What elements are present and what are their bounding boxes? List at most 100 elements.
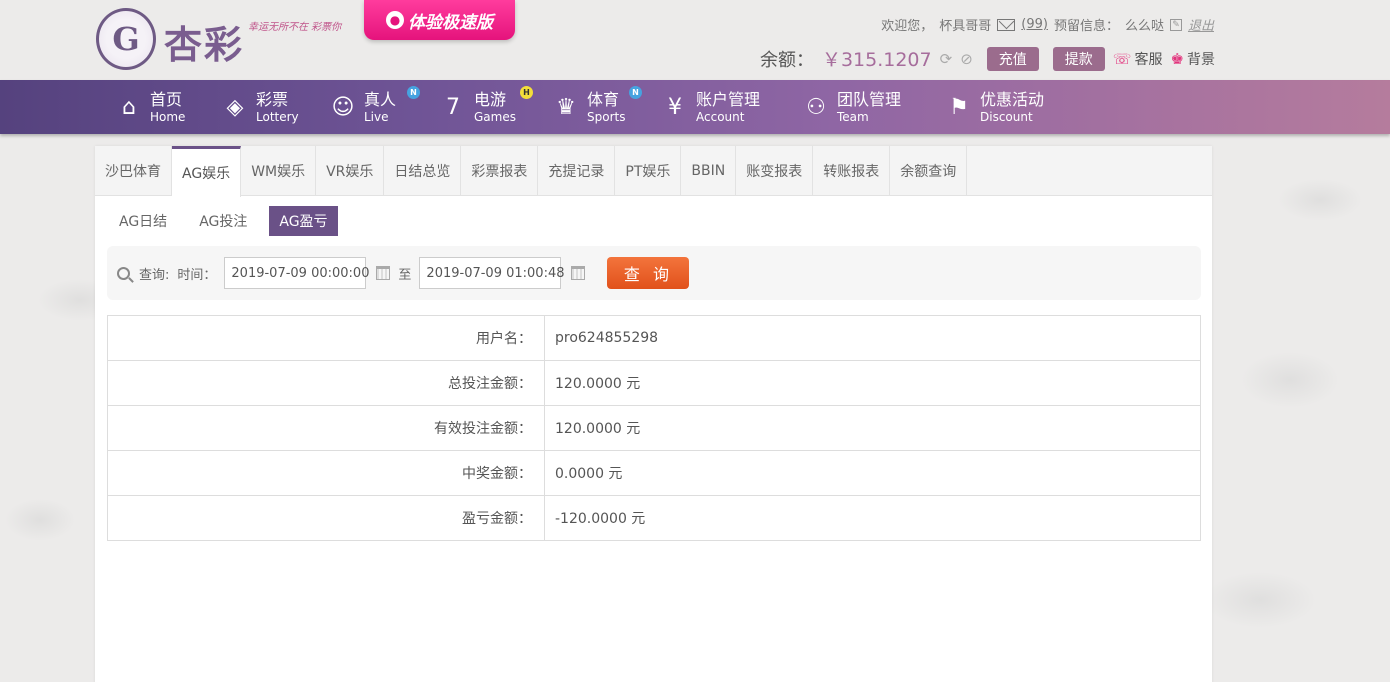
tab-transfer-report[interactable]: 转账报表 [813,146,891,196]
customer-service-link[interactable]: ☏ 客服 [1113,49,1163,69]
nav-label-cn: 体育 [587,89,620,109]
nav-label-en: Sports [587,109,626,124]
logo-slogan: 幸运无所不在 彩票你 [248,22,342,33]
logo-text: 杏彩 [164,22,245,67]
gift-icon: ⚑ [949,94,969,120]
nav-label-cn: 彩票 [256,89,289,109]
shirt-icon: ♚ [1170,49,1184,68]
query-button[interactable]: 查 询 [607,257,690,289]
new-badge: N [629,86,642,99]
table-row: 有效投注金额： 120.0000 元 [107,405,1201,451]
nav-label-en: Live [364,109,389,124]
query-bar: 查询: 时间： 2019-07-09 00:00:00 至 2019-07-09… [107,246,1201,300]
logout-link[interactable]: 退出 [1188,15,1214,34]
subtab-ag-profit[interactable]: AG盈亏 [269,206,338,236]
calendar-icon[interactable] [376,266,391,280]
new-badge: N [407,86,420,99]
nav-item-account[interactable]: ¥ 账户管理 Account [662,80,760,134]
hot-badge: H [520,86,533,99]
nav-label-en: Lottery [256,109,299,124]
row-value: 0.0000 元 [544,450,1201,496]
report-panel: 沙巴体育 AG娱乐 WM娱乐 VR娱乐 日结总览 彩票报表 充提记录 PT娱乐 … [95,146,1212,682]
calendar-icon[interactable] [571,266,586,280]
user-info: 欢迎您， 杯具哥哥 (99) 预留信息： 么么哒 ✎ 退出 [881,15,1214,34]
nav-label-en: Home [150,109,186,124]
main-nav: ⌂ 首页 Home ◈ 彩票 Lottery ☺ 真人 Live N 7 电游 Game… [0,80,1390,134]
query-label: 查询: [139,267,170,283]
team-icon: ⚇ [806,94,826,120]
tab-wm[interactable]: WM娱乐 [241,146,317,196]
tab-vr[interactable]: VR娱乐 [316,146,385,196]
tab-bbin[interactable]: BBIN [681,146,737,196]
table-row: 用户名： pro624855298 [107,315,1201,361]
site-logo[interactable]: G 杏彩 幸运无所不在 彩票你 [96,8,346,74]
nav-label-en: Discount [980,109,1033,124]
nav-label-en: Team [837,109,869,124]
refresh-icon[interactable]: ⟳ [940,50,953,68]
search-icon [117,266,130,280]
tab-balance-query[interactable]: 余额查询 [890,146,968,196]
balance-label: 余额： [759,49,814,71]
nav-label-en: Account [696,109,745,124]
live-icon: ☺ [331,94,355,120]
nav-item-home[interactable]: ⌂ 首页 Home [116,80,185,134]
subtab-ag-bets[interactable]: AG投注 [189,206,257,236]
headset-icon: ☏ [1112,49,1132,68]
nav-item-team[interactable]: ⚇ 团队管理 Team [803,80,901,134]
tab-deposit-withdraw[interactable]: 充提记录 [538,146,616,196]
background-label: 背景 [1187,51,1215,68]
nav-item-lottery[interactable]: ◈ 彩票 Lottery [222,80,299,134]
row-value: 120.0000 元 [544,405,1201,451]
username: 杯具哥哥 [939,19,992,34]
to-label: 至 [398,267,412,283]
row-value: 120.0000 元 [544,360,1201,406]
tab-saba-sports[interactable]: 沙巴体育 [95,146,172,196]
tab-daily-overview[interactable]: 日结总览 [384,146,462,196]
welcome-text: 欢迎您， [881,19,934,34]
reserved-label: 预留信息： [1053,19,1119,34]
nav-item-live[interactable]: ☺ 真人 Live [330,80,396,134]
time-label: 时间： [177,267,217,283]
balance-value: ￥315.1207 [821,49,932,71]
lottery-icon: ◈ [226,94,244,120]
row-value: -120.0000 元 [544,495,1201,541]
logo-emblem-icon: G [96,8,156,70]
result-table: 用户名： pro624855298 总投注金额： 120.0000 元 有效投注… [107,315,1201,541]
table-row: 盈亏金额： -120.0000 元 [107,495,1201,541]
subtab-ag-daily[interactable]: AG日结 [109,206,177,236]
home-icon: ⌂ [122,94,136,120]
nav-label-cn: 首页 [150,89,183,109]
nav-label-cn: 优惠活动 [980,89,1045,109]
nav-label-cn: 团队管理 [837,89,902,109]
header: G 杏彩 幸运无所不在 彩票你 ● 体验极速版 欢迎您， 杯具哥哥 (99) 预… [0,0,1390,80]
trophy-icon: ♛ [556,94,576,120]
table-row: 总投注金额： 120.0000 元 [107,360,1201,406]
edit-icon[interactable]: ✎ [1169,18,1182,31]
tab-lottery-report[interactable]: 彩票报表 [461,146,539,196]
nav-label-cn: 账户管理 [696,89,761,109]
tab-ag[interactable]: AG娱乐 [172,146,242,197]
nav-item-games[interactable]: 7 电游 Games [440,80,516,134]
fast-version-button[interactable]: ● 体验极速版 [364,0,515,40]
account-icon: ¥ [668,94,682,120]
service-label: 客服 [1134,51,1163,68]
table-row: 中奖金额： 0.0000 元 [107,450,1201,496]
hide-eye-icon[interactable]: ⊘ [960,50,973,68]
nav-label-en: Games [474,109,516,124]
row-label: 有效投注金额： [107,405,545,451]
tab-account-changes[interactable]: 账变报表 [736,146,814,196]
tab-pt[interactable]: PT娱乐 [615,146,682,196]
end-date-input[interactable]: 2019-07-09 01:00:48 [419,257,565,289]
nav-item-sports[interactable]: ♛ 体育 Sports [553,80,625,134]
row-label: 用户名： [107,315,545,361]
promo-label: 体验极速版 [408,12,493,33]
mail-count[interactable]: (99) [1021,17,1048,32]
mail-icon[interactable] [997,18,1016,31]
deposit-button[interactable]: 充值 [986,46,1039,71]
background-link[interactable]: ♚ 背景 [1171,49,1215,69]
nav-item-discount[interactable]: ⚑ 优惠活动 Discount [946,80,1044,134]
start-date-input[interactable]: 2019-07-09 00:00:00 [224,257,369,289]
withdraw-button[interactable]: 提款 [1052,46,1105,71]
promo-icon: ● [386,11,404,29]
games-icon: 7 [446,94,460,120]
